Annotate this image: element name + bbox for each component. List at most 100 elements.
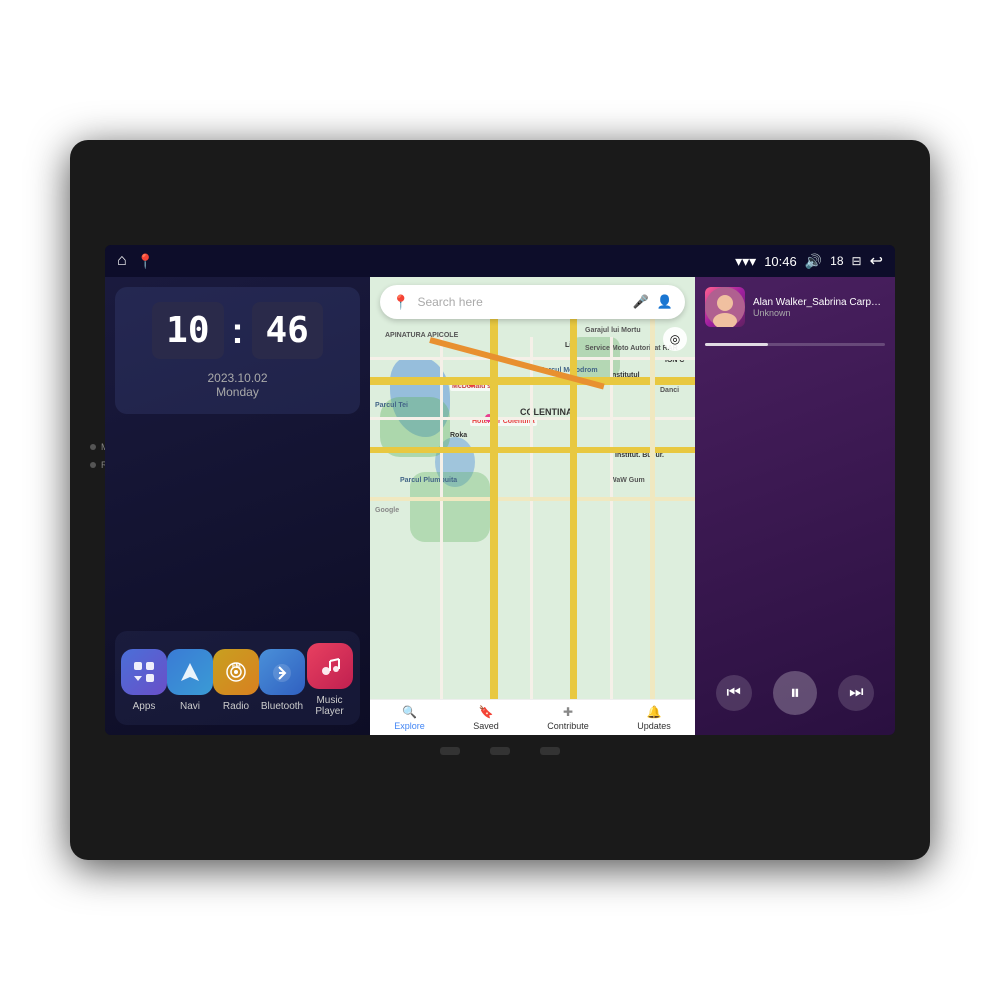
- progress-fill: [705, 343, 768, 346]
- map-contribute-tab[interactable]: ✚ Contribute: [547, 705, 589, 731]
- play-icon: ⏸: [790, 682, 800, 705]
- label-apinatura: APINATURA APICOLE: [385, 332, 458, 339]
- label-google: Google: [375, 507, 399, 514]
- date-info: 2023.10.02 Monday: [207, 371, 267, 399]
- navi-label: Navi: [180, 701, 200, 712]
- music-info: Alan Walker_Sabrina Carpenter_F... Unkno…: [753, 297, 885, 318]
- explore-icon: 🔍: [402, 705, 417, 719]
- progress-track: [705, 343, 885, 346]
- next-icon: ⏭: [849, 684, 863, 702]
- map-bottom-bar: 🔍 Explore 🔖 Saved ✚ Contribute 🔔 Updates: [370, 699, 695, 735]
- music-icon: [307, 643, 353, 689]
- status-left: ⌂ 📍: [117, 252, 154, 270]
- svg-text:FM: FM: [232, 664, 241, 670]
- road-minor-v2: [530, 337, 533, 699]
- play-pause-button[interactable]: ⏸: [773, 671, 817, 715]
- label-waw: WaW Gum: [610, 477, 645, 484]
- map-canvas: APINATURA APICOLE COLENTINA McDonald's H…: [370, 277, 695, 735]
- label-garajul: Garajul lui Mortu: [585, 327, 641, 334]
- app-item-music[interactable]: Music Player: [305, 643, 354, 717]
- clock-hour: 10: [152, 302, 223, 359]
- road-main-v1: [490, 317, 498, 699]
- battery-icon: ⊟: [852, 254, 862, 268]
- prev-button[interactable]: ⏮: [716, 675, 752, 711]
- app-item-navi[interactable]: Navi: [167, 649, 213, 712]
- map-area[interactable]: APINATURA APICOLE COLENTINA McDonald's H…: [370, 277, 695, 735]
- music-header: Alan Walker_Sabrina Carpenter_F... Unkno…: [705, 287, 885, 327]
- label-institutul2: Institut. Bucur.: [615, 452, 664, 459]
- bluetooth-label: Bluetooth: [261, 701, 303, 712]
- label-parcul-plumbuita: Parcul Plumbuita: [400, 477, 457, 484]
- label-roka: Roka: [450, 432, 467, 439]
- main-content: 10 : 46 2023.10.02 Monday: [105, 277, 895, 735]
- album-art: [705, 287, 745, 327]
- battery-level: 18: [830, 254, 843, 268]
- prev-icon: ⏮: [726, 684, 740, 702]
- app-item-apps[interactable]: Apps: [121, 649, 167, 712]
- account-icon[interactable]: 👤: [657, 294, 673, 310]
- saved-icon: 🔖: [479, 705, 494, 719]
- road-minor-v3: [610, 337, 613, 699]
- search-placeholder: Search here: [417, 295, 632, 309]
- app-item-bluetooth[interactable]: Bluetooth: [259, 649, 305, 712]
- date-text: 2023.10.02: [207, 371, 267, 385]
- road-main-h2: [370, 447, 695, 453]
- radio-icon: FM: [213, 649, 259, 695]
- music-controls: ⏮ ⏸ ⏭: [705, 661, 885, 725]
- search-action-icons: 🎤 👤: [633, 294, 673, 310]
- apps-label: Apps: [133, 701, 156, 712]
- voice-search-icon[interactable]: 🎤: [633, 294, 649, 310]
- map-search-bar[interactable]: 📍 Search here 🎤 👤: [380, 285, 685, 319]
- music-panel: Alan Walker_Sabrina Carpenter_F... Unkno…: [695, 277, 895, 735]
- bottom-btn-1[interactable]: [440, 747, 460, 755]
- next-button[interactable]: ⏭: [838, 675, 874, 711]
- contribute-label: Contribute: [547, 721, 589, 731]
- clock-minute: 46: [252, 302, 323, 359]
- maps-nav-icon[interactable]: 📍: [137, 253, 154, 270]
- bluetooth-icon: [259, 649, 305, 695]
- label-danci: Danci: [660, 387, 679, 394]
- map-compass[interactable]: ◎: [663, 327, 687, 351]
- clock-colon: :: [232, 310, 244, 352]
- explore-label: Explore: [394, 721, 425, 731]
- apps-row: Apps Navi: [115, 631, 360, 725]
- rst-led: [90, 462, 96, 468]
- road-main-h1: [370, 377, 695, 385]
- updates-icon: 🔔: [647, 705, 662, 719]
- status-right: ▾▾▾ 10:46 🔊 18 ⊟ ↩: [735, 251, 883, 271]
- volume-icon: 🔊: [805, 253, 822, 270]
- wifi-icon: ▾▾▾: [735, 253, 756, 270]
- app-item-radio[interactable]: FM Radio: [213, 649, 259, 712]
- road-minor-v1: [440, 337, 443, 699]
- label-parcul-tei: Parcul Tei: [375, 402, 408, 409]
- clock-display: 10 : 46: [152, 302, 323, 359]
- map-saved-tab[interactable]: 🔖 Saved: [473, 705, 499, 731]
- mic-led: [90, 444, 96, 450]
- bottom-btn-2[interactable]: [490, 747, 510, 755]
- clock-widget: 10 : 46 2023.10.02 Monday: [115, 287, 360, 414]
- music-title: Alan Walker_Sabrina Carpenter_F...: [753, 297, 885, 308]
- car-unit: MIC RST ⌂ 📍 ▾▾▾ 10:46 🔊 18 ⊟ ↩: [70, 140, 930, 860]
- album-art-image: [705, 287, 745, 327]
- left-panel: 10 : 46 2023.10.02 Monday: [105, 277, 370, 735]
- updates-label: Updates: [637, 721, 671, 731]
- music-label: Music Player: [305, 695, 354, 717]
- bottom-bar: [440, 747, 560, 755]
- map-explore-tab[interactable]: 🔍 Explore: [394, 705, 425, 731]
- day-text: Monday: [207, 385, 267, 399]
- home-icon[interactable]: ⌂: [117, 252, 127, 270]
- music-artist: Unknown: [753, 308, 885, 318]
- back-icon[interactable]: ↩: [870, 251, 883, 271]
- label-colentina: COLENTINA: [520, 407, 573, 417]
- radio-label: Radio: [223, 701, 249, 712]
- bottom-btn-3[interactable]: [540, 747, 560, 755]
- status-bar: ⌂ 📍 ▾▾▾ 10:46 🔊 18 ⊟ ↩: [105, 245, 895, 277]
- search-pin-icon: 📍: [392, 294, 409, 311]
- main-screen: ⌂ 📍 ▾▾▾ 10:46 🔊 18 ⊟ ↩ 10 :: [105, 245, 895, 735]
- road-v3: [650, 317, 655, 699]
- map-updates-tab[interactable]: 🔔 Updates: [637, 705, 671, 731]
- status-time: 10:46: [764, 254, 797, 269]
- apps-icon: [121, 649, 167, 695]
- progress-area: [705, 339, 885, 350]
- label-service-moto: Service Moto Autorizat RAR: [585, 345, 678, 352]
